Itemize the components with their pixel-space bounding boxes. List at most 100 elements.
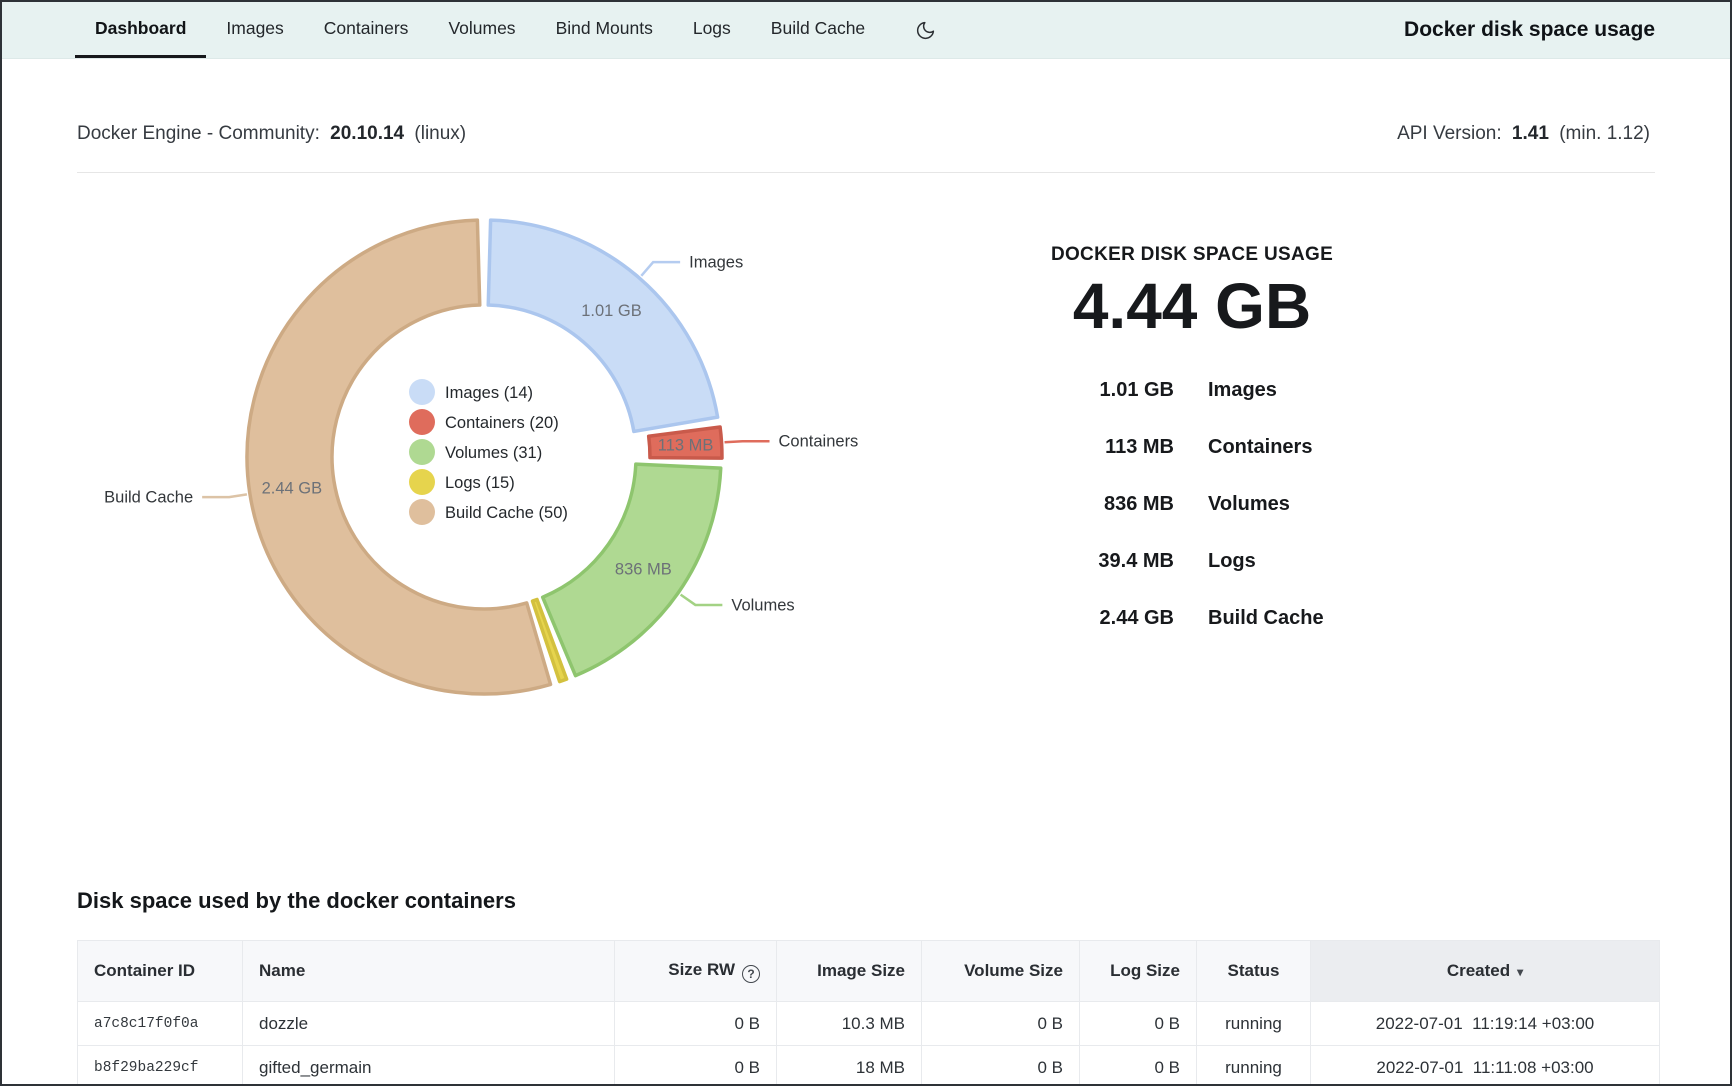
column-header-size_rw[interactable]: Size RW? <box>615 941 777 1002</box>
column-header-status[interactable]: Status <box>1197 941 1311 1002</box>
table-row: b8f29ba229cfgifted_germain0 B18 MB0 B0 B… <box>78 1046 1660 1086</box>
legend-swatch <box>409 379 435 405</box>
tab-images[interactable]: Images <box>206 2 303 58</box>
page-title: Docker disk space usage <box>1404 18 1655 42</box>
summary-title: DOCKER DISK SPACE USAGE <box>1002 244 1382 266</box>
legend-item-logs[interactable]: Logs (15) <box>409 469 515 495</box>
cell-container_id: a7c8c17f0f0a <box>78 1002 243 1046</box>
api-min-version: (min. 1.12) <box>1559 123 1650 144</box>
summary-label: Logs <box>1208 551 1256 571</box>
section-divider <box>77 172 1655 173</box>
column-header-created[interactable]: Created ▾ <box>1311 941 1660 1002</box>
legend-swatch <box>409 469 435 495</box>
legend-item-volumes[interactable]: Volumes (31) <box>409 439 542 465</box>
summary-rows: 1.01 GB Images 113 MBContainers 836 MB Volum… <box>1002 380 1382 628</box>
summary-value: 836 MB <box>1002 494 1174 514</box>
summary-value: 113 MB <box>1002 437 1174 457</box>
api-label: API Version: <box>1397 123 1502 144</box>
app-window: DashboardImagesContainersVolumesBind Mou… <box>0 0 1732 1086</box>
disk-usage-summary: DOCKER DISK SPACE USAGE 4.44 GB 1.01 GB I… <box>1002 244 1382 665</box>
summary-label: Images <box>1208 380 1277 400</box>
tab-build-cache[interactable]: Build Cache <box>751 2 885 58</box>
dark-mode-toggle[interactable] <box>909 2 942 58</box>
cell-status: running <box>1197 1002 1311 1046</box>
cell-name: dozzle <box>243 1002 615 1046</box>
api-version-info: API Version: 1.41 (min. 1.12) <box>1397 123 1655 145</box>
help-icon[interactable]: ? <box>742 965 760 983</box>
cell-log_size: 0 B <box>1080 1002 1197 1046</box>
tab-bind-mounts[interactable]: Bind Mounts <box>536 2 673 58</box>
summary-row-volumes: 836 MB Volumes <box>1002 494 1382 514</box>
column-header-image_size[interactable]: Image Size <box>777 941 922 1002</box>
api-version: 1.41 <box>1512 123 1549 144</box>
cell-volume_size: 0 B <box>922 1046 1080 1086</box>
callout-label-build-cache: Build Cache <box>104 489 193 507</box>
legend-item-build-cache[interactable]: Build Cache (50) <box>409 499 568 525</box>
column-label: Name <box>259 961 305 980</box>
summary-value: 1.01 GB <box>1002 380 1174 400</box>
cell-created: 2022-07-01 11:11:08 +03:00 <box>1311 1046 1660 1086</box>
tab-containers[interactable]: Containers <box>304 2 429 58</box>
cell-image_size: 18 MB <box>777 1046 922 1086</box>
legend-label: Volumes (31) <box>445 444 542 462</box>
legend-label: Logs (15) <box>445 474 515 492</box>
column-label: Container ID <box>94 961 195 980</box>
tab-dashboard[interactable]: Dashboard <box>75 2 206 58</box>
top-navbar: DashboardImagesContainersVolumesBind Mou… <box>2 2 1730 59</box>
summary-value: 39.4 MB <box>1002 551 1174 571</box>
summary-row-containers: 113 MBContainers <box>1002 437 1382 457</box>
column-header-volume_size[interactable]: Volume Size <box>922 941 1080 1002</box>
column-label: Created <box>1447 961 1510 980</box>
summary-label: Build Cache <box>1208 608 1324 628</box>
cell-log_size: 0 B <box>1080 1046 1197 1086</box>
cell-name: gifted_germain <box>243 1046 615 1086</box>
summary-value: 2.44 GB <box>1002 608 1174 628</box>
segment-value-label: 113 MB <box>658 437 714 455</box>
callout-label-volumes: Volumes <box>731 596 794 614</box>
column-label: Log Size <box>1110 961 1180 980</box>
cell-created: 2022-07-01 11:19:14 +03:00 <box>1311 1002 1660 1046</box>
callout-line-build-cache <box>202 494 247 497</box>
legend-swatch <box>409 499 435 525</box>
engine-info-row: Docker Engine - Community: 20.10.14 (lin… <box>77 123 1655 145</box>
cell-size_rw: 0 B <box>615 1002 777 1046</box>
engine-label: Docker Engine - Community: <box>77 123 320 144</box>
callout-line-volumes <box>681 595 723 605</box>
legend-swatch <box>409 439 435 465</box>
callout-line-images <box>641 262 680 276</box>
legend-swatch <box>409 409 435 435</box>
column-label: Volume Size <box>964 961 1063 980</box>
tab-logs[interactable]: Logs <box>673 2 751 58</box>
legend-label: Containers (20) <box>445 414 559 432</box>
column-header-container_id[interactable]: Container ID <box>78 941 243 1002</box>
donut-chart: 1.01 GBImages113 MBContainers836 MBVolum… <box>77 197 1012 727</box>
summary-row-build-cache: 2.44 GB Build Cache <box>1002 608 1382 628</box>
summary-row-logs: 39.4 MB Logs <box>1002 551 1382 571</box>
engine-platform: (linux) <box>414 123 466 144</box>
column-header-name[interactable]: Name <box>243 941 615 1002</box>
cell-container_id: b8f29ba229cf <box>78 1046 243 1086</box>
cell-volume_size: 0 B <box>922 1002 1080 1046</box>
cell-size_rw: 0 B <box>615 1046 777 1086</box>
legend-label: Images (14) <box>445 384 533 402</box>
column-label: Image Size <box>817 961 905 980</box>
cell-image_size: 10.3 MB <box>777 1002 922 1046</box>
cell-status: running <box>1197 1046 1311 1086</box>
summary-row-images: 1.01 GB Images <box>1002 380 1382 400</box>
sort-desc-icon: ▾ <box>1517 965 1523 979</box>
column-label: Status <box>1228 961 1280 980</box>
table-body: a7c8c17f0f0adozzle0 B10.3 MB0 B0 Brunnin… <box>78 1002 1660 1086</box>
column-header-log_size[interactable]: Log Size <box>1080 941 1197 1002</box>
table-row: a7c8c17f0f0adozzle0 B10.3 MB0 B0 Brunnin… <box>78 1002 1660 1046</box>
segment-value-label: 2.44 GB <box>262 479 323 497</box>
legend-item-images[interactable]: Images (14) <box>409 379 533 405</box>
containers-section-heading: Disk space used by the docker containers <box>77 888 516 914</box>
legend-item-containers[interactable]: Containers (20) <box>409 409 559 435</box>
containers-table: Container ID Name Size RW? Image Size Volume… <box>77 940 1660 1086</box>
callout-line-containers <box>725 441 770 442</box>
segment-value-label: 836 MB <box>615 561 672 579</box>
summary-total: 4.44 GB <box>1002 274 1382 338</box>
tab-volumes[interactable]: Volumes <box>428 2 535 58</box>
legend-label: Build Cache (50) <box>445 504 568 522</box>
summary-label: Volumes <box>1208 494 1290 514</box>
